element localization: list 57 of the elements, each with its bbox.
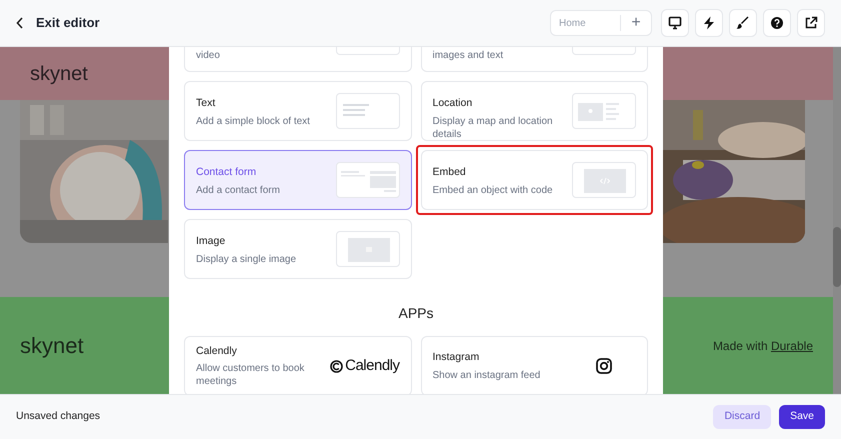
card-description: video [196,49,220,63]
scrollbar[interactable] [833,47,841,394]
card-title: Location [432,96,474,111]
card-description: Embed an object with code [432,184,554,197]
card-title: Image [196,234,226,249]
save-button[interactable]: Save [779,405,825,429]
page-selector[interactable]: Home + [550,10,652,36]
status-text: Unsaved changes [16,409,100,424]
card-description: Display a map and location details [432,114,554,141]
footer-credit: Made with Durable [712,338,813,354]
help-icon [770,16,784,30]
site-logo: skynet [20,332,84,360]
monitor-button[interactable] [661,9,689,37]
layout-thumbnail [572,93,636,129]
card-description: Show an instagram feed [432,368,542,382]
monitor-icon [668,16,682,30]
card-title: Contact form [196,165,258,180]
section-heading: APPs [397,304,434,323]
external-link-icon [804,16,818,30]
layout-thumbnail [336,231,400,267]
card-description: Allow customers to book meetings [196,362,306,388]
card-description: images and text [432,49,504,63]
section-card[interactable]: video [184,47,412,72]
exit-editor-button[interactable]: Exit editor [16,13,100,33]
card-description: Add a contact form [196,184,281,197]
back-chevron-icon [16,17,24,29]
card-title: Text [196,96,216,111]
page-name: Home [558,16,587,30]
add-page-button[interactable]: + [621,15,651,31]
section-card[interactable]: Embed Embed an object with code [420,150,648,210]
section-card[interactable]: Location Display a map and location details [420,81,648,141]
card-title: Embed [432,165,467,180]
lightning-bolt-icon [702,16,716,30]
card-title: Instagram [432,350,480,366]
layout-thumbnail [336,162,400,198]
site-logo: skynet [30,62,88,86]
layout-thumbnail [572,162,636,198]
paintbrush-button[interactable] [729,9,757,37]
layout-thumbnail [336,93,400,129]
lightning-bolt-button[interactable] [695,9,723,37]
app-card[interactable]: Instagram Show an instagram feed [420,336,648,394]
durable-link[interactable]: Durable [770,338,813,352]
section-card[interactable]: Image Display a single image [184,219,412,279]
card-title: Calendly [196,344,238,359]
card-description: Display a single image [196,252,298,266]
section-card[interactable]: Contact form Add a contact form [184,150,412,210]
calendly-wordmark: Calendly [345,356,400,376]
section-card[interactable]: Text Add a simple block of text [184,81,412,141]
external-link-button[interactable] [797,9,825,37]
paintbrush-icon [736,16,750,30]
app-card[interactable]: Calendly Allow customers to book meetings Calendly [184,336,412,394]
section-card[interactable]: images and text [420,47,648,72]
calendly-logo-icon [330,360,344,372]
card-description: Add a simple block of text [196,114,311,128]
camera-icon [596,358,612,374]
help-button[interactable] [763,9,791,37]
discard-button[interactable]: Discard [713,405,772,429]
